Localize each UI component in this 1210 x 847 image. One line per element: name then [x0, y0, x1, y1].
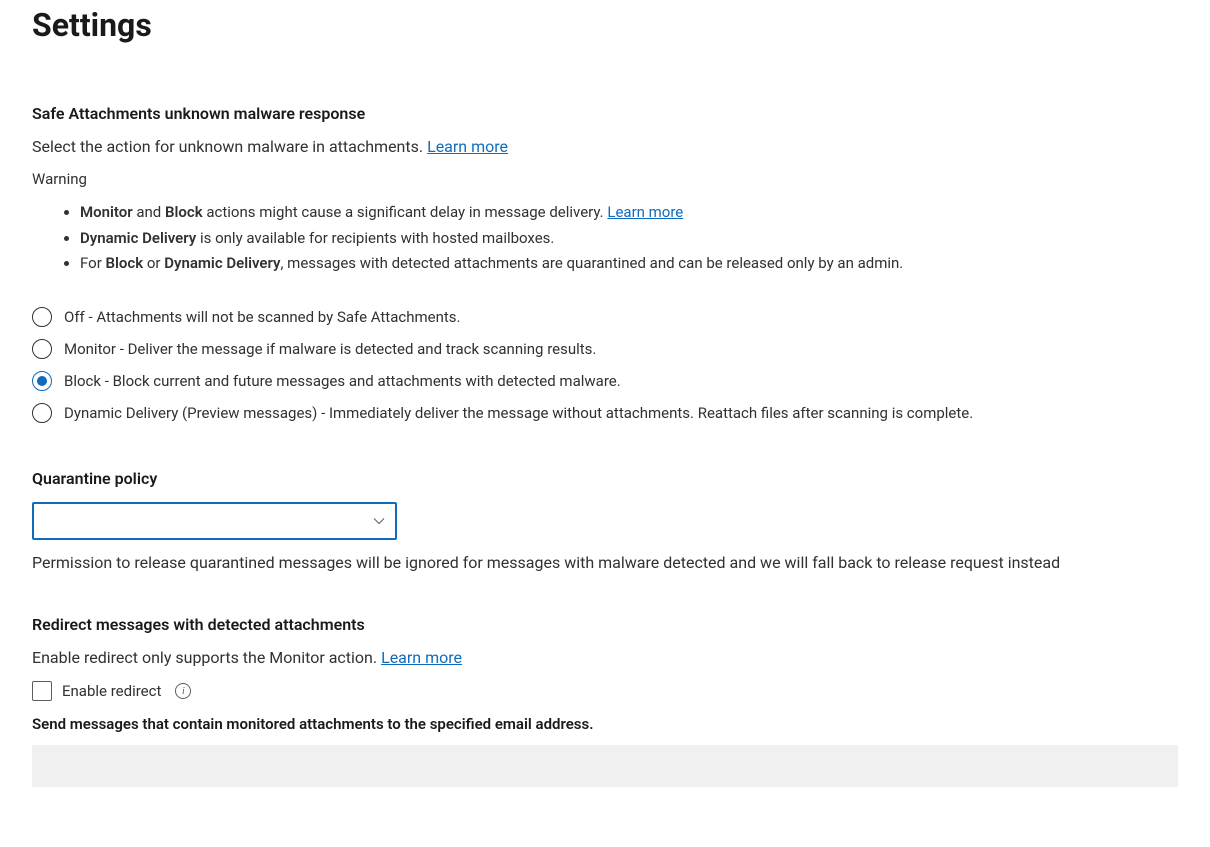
warning-text: and: [133, 203, 165, 221]
radio-icon: [32, 403, 52, 423]
radio-label-off: Off - Attachments will not be scanned by…: [64, 308, 460, 326]
warning-label: Warning: [32, 170, 1178, 188]
warning-item-dynamic-delivery: Dynamic Delivery is only available for r…: [80, 226, 1178, 252]
redirect-description: Enable redirect only supports the Monito…: [32, 648, 1178, 667]
radio-label-monitor: Monitor - Deliver the message if malware…: [64, 340, 596, 358]
warning-text: is only available for recipients with ho…: [196, 229, 554, 247]
safe-attachments-learn-more-link[interactable]: Learn more: [427, 137, 508, 156]
warning-bold-dynamic2: Dynamic Delivery: [164, 254, 280, 272]
enable-redirect-label: Enable redirect: [62, 682, 161, 700]
info-icon[interactable]: i: [175, 683, 191, 699]
safe-attachments-section: Safe Attachments unknown malware respons…: [32, 104, 1178, 429]
warning-item-monitor-block: Monitor and Block actions might cause a …: [80, 200, 1178, 226]
warning-text: actions might cause a significant delay …: [203, 203, 608, 221]
warning-text: , messages with detected attachments are…: [281, 254, 904, 272]
quarantine-policy-heading: Quarantine policy: [32, 469, 1178, 488]
warning-learn-more-link[interactable]: Learn more: [607, 203, 683, 221]
radio-icon: [32, 339, 52, 359]
radio-label-dynamic: Dynamic Delivery (Preview messages) - Im…: [64, 404, 973, 422]
redirect-section: Redirect messages with detected attachme…: [32, 615, 1178, 787]
warning-item-quarantine: For Block or Dynamic Delivery, messages …: [80, 251, 1178, 277]
send-messages-label: Send messages that contain monitored att…: [32, 715, 1178, 733]
warning-bold-monitor: Monitor: [80, 203, 133, 221]
page-title: Settings: [32, 6, 1178, 44]
chevron-down-icon: [373, 515, 385, 527]
radio-icon: [32, 371, 52, 391]
warning-bold-dynamic: Dynamic Delivery: [80, 229, 196, 247]
safe-attachments-heading: Safe Attachments unknown malware respons…: [32, 104, 1178, 123]
radio-option-block[interactable]: Block - Block current and future message…: [32, 365, 1178, 397]
radio-label-block: Block - Block current and future message…: [64, 372, 621, 390]
radio-option-dynamic-delivery[interactable]: Dynamic Delivery (Preview messages) - Im…: [32, 397, 1178, 429]
quarantine-policy-dropdown[interactable]: [32, 502, 397, 540]
quarantine-helper-text: Permission to release quarantined messag…: [32, 550, 1178, 576]
redirect-desc-text: Enable redirect only supports the Monito…: [32, 648, 381, 667]
radio-icon: [32, 307, 52, 327]
radio-option-monitor[interactable]: Monitor - Deliver the message if malware…: [32, 333, 1178, 365]
redirect-email-input[interactable]: [32, 745, 1178, 787]
radio-option-off[interactable]: Off - Attachments will not be scanned by…: [32, 301, 1178, 333]
warning-bold-block2: Block: [106, 254, 144, 272]
redirect-learn-more-link[interactable]: Learn more: [381, 648, 462, 667]
warning-bold-block: Block: [165, 203, 203, 221]
enable-redirect-checkbox[interactable]: [32, 681, 52, 701]
warning-list: Monitor and Block actions might cause a …: [32, 200, 1178, 277]
warning-text: For: [80, 254, 106, 272]
safe-attachments-desc-text: Select the action for unknown malware in…: [32, 137, 427, 156]
warning-text: or: [143, 254, 164, 272]
quarantine-policy-section: Quarantine policy Permission to release …: [32, 469, 1178, 576]
safe-attachments-description: Select the action for unknown malware in…: [32, 137, 1178, 156]
enable-redirect-row: Enable redirect i: [32, 681, 1178, 701]
malware-response-radio-group: Off - Attachments will not be scanned by…: [32, 301, 1178, 429]
redirect-heading: Redirect messages with detected attachme…: [32, 615, 1178, 634]
